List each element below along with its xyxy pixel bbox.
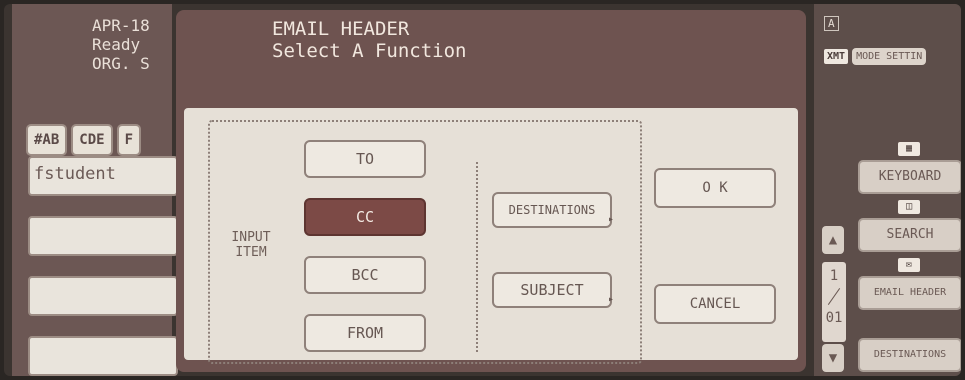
keyboard-button[interactable]: KEYBOARD — [858, 160, 961, 194]
status-date: APR-18 — [92, 16, 150, 35]
page-indicator: 1 01 — [822, 262, 846, 342]
destinations-button[interactable]: DESTINATIONS ▸ — [492, 192, 614, 228]
dialog-body: INPUT ITEM TO CC BCC FROM DESTINATIONS ▸… — [184, 108, 798, 364]
panel-screen: APR-18 Ready ORG. S #AB CDE F fstudent E… — [4, 4, 961, 376]
cc-button[interactable]: CC — [304, 198, 426, 236]
destinations-button-label: DESTINATIONS — [508, 203, 596, 217]
to-button[interactable]: TO — [304, 140, 426, 178]
tab-ab[interactable]: #AB — [26, 124, 68, 156]
dialog-title: EMAIL HEADER — [272, 18, 410, 40]
keyboard-icon: ▦ — [898, 142, 920, 156]
scroll-up-button[interactable]: ▲ — [822, 226, 844, 254]
tab-cde[interactable]: CDE — [71, 124, 113, 156]
address-list: fstudent — [28, 156, 178, 376]
page-total: 01 — [825, 310, 843, 326]
from-button[interactable]: FROM — [304, 314, 426, 352]
ok-button[interactable]: O K — [654, 168, 776, 208]
status-area: APR-18 Ready ORG. S — [92, 16, 150, 73]
tab-f[interactable]: F — [116, 124, 142, 156]
status-state: Ready — [92, 35, 141, 54]
search-button[interactable]: SEARCH — [858, 218, 961, 252]
arrow-up-icon: ▲ — [828, 232, 838, 248]
email-header-dialog: EMAIL HEADER Select A Function INPUT ITE… — [176, 10, 806, 372]
subject-button[interactable]: SUBJECT ▸ — [492, 272, 614, 308]
caret-right-icon: ▸ — [607, 294, 614, 305]
dialog-title-area: EMAIL HEADER Select A Function — [272, 18, 466, 62]
cancel-button[interactable]: CANCEL — [654, 284, 776, 324]
input-item-group: INPUT ITEM TO CC BCC FROM DESTINATIONS ▸… — [208, 120, 642, 364]
index-tabs: #AB CDE F — [26, 124, 142, 156]
resolution-indicator: A — [824, 16, 839, 31]
dialog-subtitle: Select A Function — [272, 40, 467, 62]
input-item-label: INPUT ITEM — [231, 230, 271, 260]
list-item[interactable] — [28, 216, 178, 256]
page-current: 1 — [829, 268, 839, 284]
scroll-down-button[interactable]: ▼ — [822, 344, 844, 372]
envelope-icon: ✉ — [898, 258, 920, 272]
caret-right-icon: ▸ — [607, 214, 614, 225]
group-divider — [476, 162, 478, 352]
list-item[interactable] — [28, 336, 178, 376]
arrow-down-icon: ▼ — [828, 350, 838, 366]
destinations-side-button[interactable]: DESTINATIONS — [858, 338, 961, 372]
book-icon: ◫ — [898, 200, 920, 214]
right-panel: A XMT MODE SETTIN ▦ KEYBOARD ◫ SEARCH ✉ … — [814, 4, 961, 376]
resolution-label: A — [824, 16, 839, 31]
page-divider — [827, 288, 841, 305]
email-header-button[interactable]: EMAIL HEADER — [858, 276, 961, 310]
status-org: ORG. S — [92, 54, 150, 73]
xmt-badge: XMT — [824, 49, 849, 64]
bcc-button[interactable]: BCC — [304, 256, 426, 294]
list-item[interactable]: fstudent — [28, 156, 178, 196]
mode-setting-button[interactable]: MODE SETTIN — [852, 48, 927, 65]
list-item[interactable] — [28, 276, 178, 316]
left-panel: APR-18 Ready ORG. S #AB CDE F fstudent — [12, 4, 178, 376]
subject-button-label: SUBJECT — [520, 281, 584, 299]
mode-row: XMT MODE SETTIN — [824, 48, 927, 65]
